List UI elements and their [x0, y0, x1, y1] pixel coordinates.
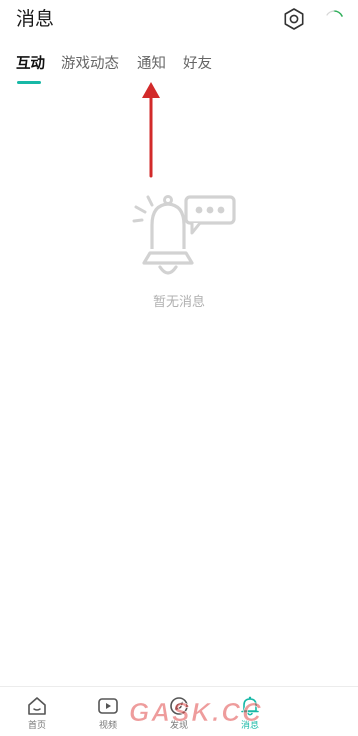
- nav-label-discover: 发现: [169, 721, 188, 731]
- empty-message-text: 暂无消息: [152, 295, 205, 310]
- bottom-navigation: 首页 视频 发现 消息: [0, 686, 358, 736]
- empty-state: 暂无消息: [0, 185, 358, 325]
- loading-spinner-icon: [326, 10, 343, 17]
- nav-label-messages: 消息: [240, 721, 259, 731]
- nav-item-video[interactable]: 视频: [78, 693, 138, 733]
- tab-notifications[interactable]: 通知: [137, 52, 166, 76]
- page-title: 消息: [16, 8, 55, 30]
- tab-game-updates[interactable]: 游戏动态: [61, 52, 119, 76]
- nav-item-home[interactable]: 首页: [7, 693, 67, 733]
- video-icon: [98, 698, 118, 714]
- settings-button[interactable]: [280, 5, 308, 33]
- settings-hexagon-icon: [284, 8, 304, 30]
- active-tab-indicator: [17, 81, 41, 84]
- bell-icon: [241, 696, 259, 716]
- tab-friends[interactable]: 好友: [183, 52, 212, 76]
- message-tabs: 互动 游戏动态 通知 好友: [0, 52, 358, 88]
- nav-item-messages[interactable]: 消息: [220, 693, 280, 733]
- tab-interaction[interactable]: 互动: [16, 52, 45, 76]
- nav-item-discover[interactable]: 发现: [149, 693, 209, 733]
- annotation-arrow-icon: [142, 82, 160, 178]
- nav-label-home: 首页: [27, 721, 46, 731]
- bell-chat-icon: [132, 195, 236, 275]
- discover-icon: [170, 697, 188, 715]
- header: 消息: [0, 0, 358, 42]
- nav-label-video: 视频: [98, 721, 117, 731]
- loading-indicator: [318, 4, 350, 36]
- home-icon: [28, 697, 46, 715]
